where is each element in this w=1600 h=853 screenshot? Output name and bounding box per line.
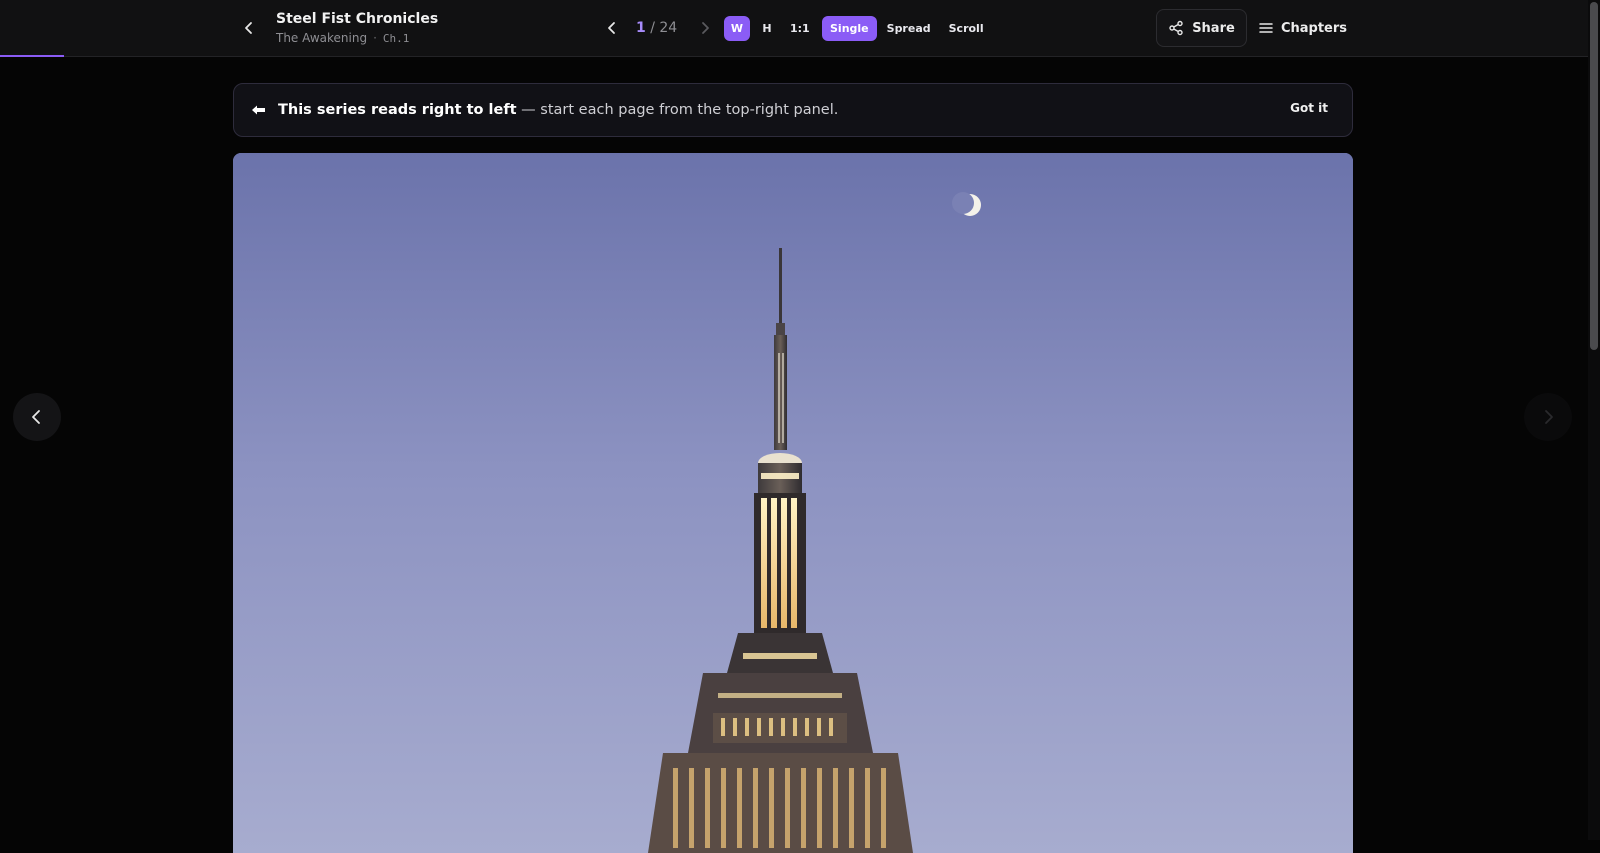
chapters-button[interactable]: Chapters [1258,9,1348,47]
chapters-label: Chapters [1280,20,1348,36]
total-pages: / 24 [650,20,678,36]
share-icon [1169,20,1183,36]
actual-size-button[interactable]: 1:1 [784,16,816,41]
next-page-side-button[interactable] [1524,393,1572,441]
chevron-left-icon [245,22,252,34]
skyscraper-illustration [233,153,1353,853]
notice-rest-text: — start each page from the top-right pan… [516,102,839,118]
list-icon [1259,23,1273,33]
scroll-mode-button[interactable]: Scroll [941,16,992,41]
volume-title: The Awakening [276,31,368,45]
layout-mode-group: Single Spread Scroll [822,16,992,41]
scrollbar-thumb[interactable] [1590,2,1598,350]
chevron-right-icon [702,22,710,34]
chevron-left-icon [608,22,615,34]
scrollbar[interactable] [1588,0,1600,840]
fit-width-button[interactable]: W [724,16,750,41]
share-label: Share [1192,20,1235,36]
next-page-button[interactable] [693,15,717,41]
arrow-left-icon [250,101,268,119]
reading-progress-bar [0,55,64,57]
separator-dot: · [373,31,377,45]
notice-text: This series reads right to left — start … [278,102,838,118]
reader-toolbar: Steel Fist Chronicles The Awakening · Ch.1… [0,0,1588,57]
reading-direction-notice: This series reads right to left — start … [233,83,1353,137]
single-mode-button[interactable]: Single [822,16,877,41]
fit-mode-group: W H 1:1 [724,16,816,41]
title-block: Steel Fist Chronicles The Awakening · Ch.1 [276,10,438,47]
chevron-right-icon [1545,410,1553,424]
series-title: Steel Fist Chronicles [276,11,439,27]
chapter-subtitle: The Awakening · Ch.1 [276,30,438,47]
back-button[interactable] [236,15,262,41]
current-page: 1 [636,20,646,36]
fit-height-button[interactable]: H [754,16,780,41]
prev-page-button[interactable] [600,15,624,41]
page-navigator: 1 / 24 [600,15,717,41]
spread-mode-button[interactable]: Spread [879,16,939,41]
share-button[interactable]: Share [1156,9,1247,47]
page-counter: 1 / 24 [636,20,677,36]
prev-page-side-button[interactable] [13,393,61,441]
notice-bold-text: This series reads right to left [278,102,517,118]
manga-page-image[interactable] [233,153,1353,853]
chevron-left-icon [32,410,40,424]
got-it-button[interactable]: Got it [1290,101,1328,115]
chapter-label: Ch.1 [382,32,410,45]
